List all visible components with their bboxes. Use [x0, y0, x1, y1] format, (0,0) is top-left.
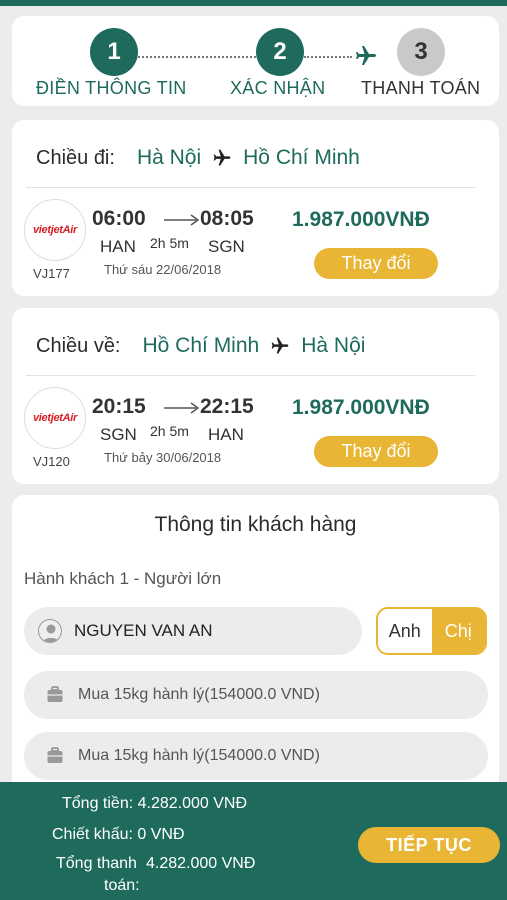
step-3-label: THANH TOÁN: [361, 78, 481, 98]
customer-info-card: Thông tin khách hàng Hành khách 1 - Ngườ…: [12, 495, 499, 795]
depart-airport: HAN: [100, 237, 136, 256]
arrow-right-icon: [164, 402, 200, 414]
gender-option-anh[interactable]: Anh: [378, 609, 432, 653]
return-flight-card: Chiều về: Hồ Chí Minh Hà Nội vietjetAir …: [12, 308, 499, 484]
step-connector-1: [138, 56, 268, 58]
flight-date: Thứ bảy 30/06/2018: [104, 450, 222, 465]
pay-value: 4.282.000 VNĐ: [146, 855, 256, 872]
depart-airport: SGN: [100, 425, 137, 444]
luggage-icon: [47, 747, 63, 763]
luggage-icon: [47, 686, 63, 702]
plane-icon: [271, 337, 289, 354]
plane-icon: [356, 46, 376, 65]
baggage-select[interactable]: Mua 15kg hành lý(154000.0 VND): [24, 732, 488, 780]
step-2-circle: 2: [256, 28, 304, 76]
divider: [26, 187, 475, 188]
step-1-label: ĐIỀN THÔNG TIN: [36, 78, 187, 98]
flight-code: VJ177: [33, 266, 70, 281]
progress-stepper: 1 2 3 ĐIỀN THÔNG TIN XÁC NHẬN THANH TOÁN: [12, 16, 499, 106]
discount-label: Chiết khấu:: [52, 826, 133, 843]
depart-time: 20:15: [92, 395, 146, 418]
pay-label-line1: Tổng thanh: [56, 855, 137, 872]
from-city: Hồ Chí Minh: [142, 334, 260, 357]
total-label: Tổng tiền:: [62, 795, 134, 812]
discount-row: Chiết khấu: 0 VNĐ: [52, 826, 185, 844]
step-2-label: XÁC NHẬN: [230, 78, 326, 98]
gender-option-chi[interactable]: Chị: [431, 609, 485, 653]
to-city: Hồ Chí Minh: [243, 146, 360, 169]
total-row: Tổng tiền: 4.282.000 VNĐ: [62, 795, 247, 813]
pay-label-line2: toán:: [104, 877, 140, 894]
airline-logo: vietjetAir: [24, 387, 86, 449]
baggage-label: Mua 15kg hành lý(154000.0 VND): [78, 686, 320, 703]
section-title: Thông tin khách hàng: [154, 513, 357, 536]
arrive-time: 22:15: [200, 395, 254, 418]
top-status-strip: [0, 0, 507, 6]
gender-toggle[interactable]: Anh Chị: [376, 607, 487, 655]
change-outbound-button[interactable]: Thay đổi: [314, 248, 438, 279]
step-connector-2: [304, 56, 352, 58]
to-city: Hà Nội: [301, 334, 366, 357]
arrive-time: 08:05: [200, 207, 254, 230]
outbound-route-header: Chiều đi: Hà Nội Hồ Chí Minh: [36, 146, 360, 170]
return-route-header: Chiều về: Hồ Chí Minh Hà Nội: [36, 334, 365, 358]
arrive-airport: SGN: [208, 237, 245, 256]
depart-time: 06:00: [92, 207, 146, 230]
flight-code: VJ120: [33, 454, 70, 469]
flight-duration: 2h 5m: [150, 423, 189, 439]
plane-icon: [213, 149, 231, 166]
continue-button[interactable]: TIẾP TỤC: [358, 827, 500, 863]
from-city: Hà Nội: [136, 146, 202, 169]
baggage-label: Mua 15kg hành lý(154000.0 VND): [78, 747, 320, 764]
passenger-name-value: NGUYEN VAN AN: [74, 621, 213, 640]
change-return-button[interactable]: Thay đổi: [314, 436, 438, 467]
flight-duration: 2h 5m: [150, 235, 189, 251]
discount-value: 0 VNĐ: [137, 826, 185, 843]
total-value: 4.282.000 VNĐ: [137, 795, 248, 812]
user-icon: [38, 619, 62, 643]
arrive-airport: HAN: [208, 425, 244, 444]
divider: [26, 375, 475, 376]
flight-date: Thứ sáu 22/06/2018: [104, 262, 222, 277]
airline-logo: vietjetAir: [24, 199, 86, 261]
baggage-select[interactable]: Mua 15kg hành lý(154000.0 VND): [24, 671, 488, 719]
step-1-circle: 1: [90, 28, 138, 76]
flight-price: 1.987.000VNĐ: [292, 208, 430, 231]
direction-label: Chiều về:: [36, 334, 121, 357]
flight-price: 1.987.000VNĐ: [292, 396, 430, 419]
outbound-flight-card: Chiều đi: Hà Nội Hồ Chí Minh vietjetAir …: [12, 120, 499, 296]
passenger-label: Hành khách 1 - Người lớn: [24, 569, 222, 588]
passenger-name-field[interactable]: NGUYEN VAN AN: [24, 607, 362, 655]
step-3-circle: 3: [397, 28, 445, 76]
arrow-right-icon: [164, 214, 200, 226]
payment-summary-footer: Tổng tiền: 4.282.000 VNĐ Chiết khấu: 0 V…: [0, 782, 507, 900]
direction-label: Chiều đi:: [36, 146, 115, 169]
